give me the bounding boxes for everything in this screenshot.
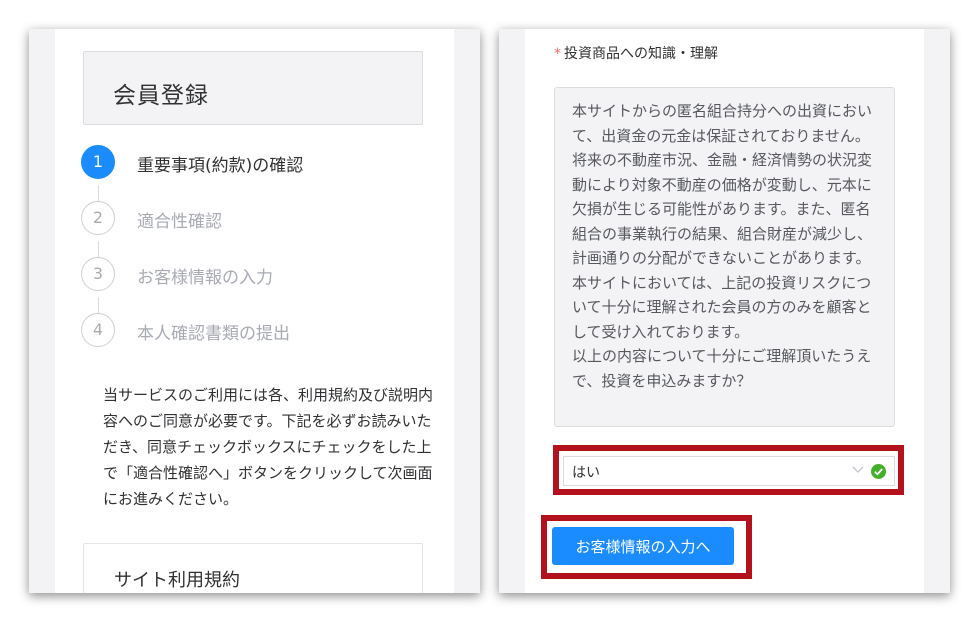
- required-mark: *: [554, 46, 561, 62]
- step-connector: [98, 297, 99, 313]
- step-suitability-check: 2 適合性確認: [81, 201, 441, 237]
- question-label: * 投資商品への知識・理解: [554, 43, 718, 63]
- knowledge-select[interactable]: はい: [563, 456, 895, 486]
- step-label: 本人確認書類の提出: [137, 324, 290, 344]
- form-card: * 投資商品への知識・理解 本サイトからの匿名組合持分への出資において、出資金の元…: [525, 29, 924, 593]
- chevron-down-icon[interactable]: [852, 463, 864, 475]
- site-terms-section: サイト利用規約: [83, 543, 423, 593]
- question-label-text: 投資商品への知識・理解: [564, 46, 718, 62]
- step-label: お客様情報の入力: [137, 268, 273, 288]
- question-textarea: 本サイトからの匿名組合持分への出資において、出資金の元金は保証されておりません。…: [554, 87, 895, 427]
- intro-text: 当サービスのご利用には各、利用規約及び説明内容へのご同意が必要です。下記を必ずお…: [103, 386, 434, 508]
- step-number-badge: 4: [81, 313, 115, 347]
- step-number-badge: 3: [81, 257, 115, 291]
- step-connector: [98, 241, 99, 257]
- registration-steps-panel: 会員登録 1 重要事項(約款)の確認 2 適合性確認 3 お客様情報の入力 4 …: [29, 29, 480, 593]
- customer-info-next-button[interactable]: お客様情報の入力へ: [552, 527, 734, 565]
- question-text: 本サイトからの匿名組合持分への出資において、出資金の元金は保証されておりません。…: [572, 102, 873, 390]
- check-circle-icon: [871, 464, 886, 479]
- step-customer-info: 3 お客様情報の入力: [81, 257, 441, 293]
- page-header: 会員登録: [83, 51, 423, 125]
- registration-card: 会員登録 1 重要事項(約款)の確認 2 適合性確認 3 お客様情報の入力 4 …: [55, 29, 454, 593]
- page-title: 会員登録: [113, 83, 209, 109]
- step-connector: [98, 185, 99, 201]
- select-value: はい: [572, 465, 600, 481]
- step-important-matters: 1 重要事項(約款)の確認: [81, 145, 441, 181]
- step-label: 重要事項(約款)の確認: [137, 156, 304, 176]
- suitability-form-panel: * 投資商品への知識・理解 本サイトからの匿名組合持分への出資において、出資金の元…: [499, 29, 950, 593]
- step-label: 適合性確認: [137, 212, 222, 232]
- step-number-badge: 2: [81, 201, 115, 235]
- terms-title: サイト利用規約: [114, 570, 240, 591]
- step-id-documents: 4 本人確認書類の提出: [81, 313, 441, 349]
- step-number-badge: 1: [81, 145, 115, 179]
